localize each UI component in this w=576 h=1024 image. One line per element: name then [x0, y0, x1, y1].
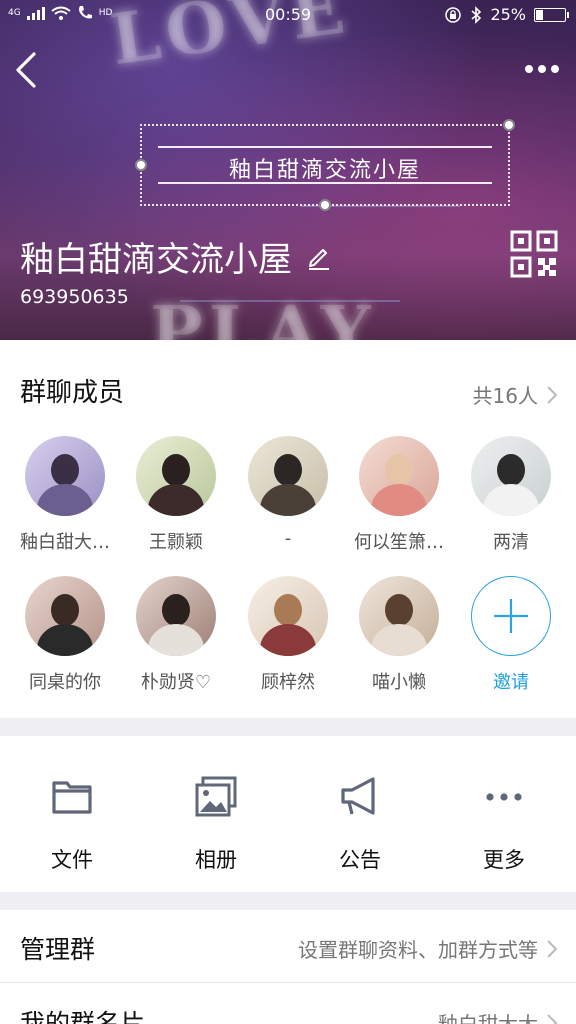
- member-item[interactable]: 何以笙箫…: [344, 436, 454, 554]
- group-id: 693950635: [20, 286, 129, 308]
- more-options-button[interactable]: [522, 58, 562, 80]
- member-name: 两清: [493, 532, 529, 553]
- rotation-lock-icon: [445, 6, 462, 23]
- group-card-value: 釉白甜大大: [438, 1012, 538, 1024]
- manage-group-value: 设置群聊资料、加群方式等: [298, 938, 538, 962]
- avatar: [471, 436, 551, 516]
- signal-icon: [26, 6, 45, 20]
- cover-banner: 釉白甜滴交流小屋: [135, 119, 515, 211]
- member-item[interactable]: -: [233, 436, 343, 549]
- chevron-right-icon: [547, 1013, 558, 1024]
- banner-handle: [319, 199, 331, 211]
- more-dots-icon: [486, 793, 522, 801]
- members-section-title: 群聊成员: [20, 378, 125, 408]
- manage-group-row[interactable]: 管理群 设置群聊资料、加群方式等: [0, 910, 576, 983]
- photo-album-icon: [195, 776, 237, 817]
- member-item[interactable]: 朴勋贤♡: [121, 576, 231, 694]
- files-button[interactable]: 文件: [12, 774, 132, 874]
- cover-neon-decoration: PLAY: [150, 290, 377, 340]
- group-name: 釉白甜滴交流小屋: [20, 240, 292, 280]
- member-item[interactable]: 顾梓然: [233, 576, 343, 694]
- member-name: 喵小懒: [372, 672, 426, 693]
- group-name-row[interactable]: 釉白甜滴交流小屋: [20, 232, 332, 281]
- avatar: [359, 436, 439, 516]
- bluetooth-icon: [471, 5, 482, 24]
- settings-list: 管理群 设置群聊资料、加群方式等 我的群名片 釉白甜大大: [0, 910, 576, 1024]
- invite-label: 邀请: [493, 672, 529, 693]
- banner-handle: [135, 159, 147, 171]
- avatar: [136, 436, 216, 516]
- album-label: 相册: [195, 848, 237, 872]
- cover-line: [180, 300, 400, 302]
- wifi-icon: [51, 6, 71, 20]
- invite-circle: [471, 576, 551, 656]
- status-bar: 4G HD 00:59 25%: [0, 0, 576, 30]
- invite-button[interactable]: 邀请: [456, 576, 566, 694]
- phone-icon: [78, 6, 92, 19]
- group-card-label: 我的群名片: [20, 1009, 146, 1024]
- member-item[interactable]: 同桌的你: [10, 576, 120, 694]
- avatar: [248, 436, 328, 516]
- member-item[interactable]: 王颢颖: [121, 436, 231, 554]
- announcement-label: 公告: [339, 848, 381, 872]
- banner-handle: [503, 119, 515, 131]
- member-item[interactable]: 喵小懒: [344, 576, 454, 694]
- chevron-right-icon: [547, 385, 558, 404]
- album-button[interactable]: 相册: [156, 774, 276, 874]
- group-card-row[interactable]: 我的群名片 釉白甜大大: [0, 984, 576, 1024]
- avatar: [248, 576, 328, 656]
- banner-text: 釉白甜滴交流小屋: [228, 158, 421, 183]
- member-name: 顾梓然: [261, 672, 315, 693]
- member-name: 王颢颖: [149, 532, 203, 553]
- battery-percent: 25%: [490, 5, 526, 24]
- more-dot: [538, 65, 546, 73]
- chevron-right-icon: [547, 939, 558, 958]
- group-cover-header: LOVE PLAY 4G HD 00:59 25% 釉白甜滴交流小屋 釉白甜滴交…: [0, 0, 576, 340]
- member-count-link[interactable]: 共16人: [473, 380, 558, 409]
- member-count: 共16人: [472, 384, 538, 408]
- qr-code-icon[interactable]: [510, 230, 558, 278]
- back-arrow-icon: [16, 52, 36, 88]
- more-actions-button[interactable]: 更多: [444, 774, 564, 874]
- member-name: 同桌的你: [29, 672, 101, 693]
- hd-badge: HD: [98, 8, 113, 18]
- files-label: 文件: [51, 848, 93, 872]
- avatar: [25, 436, 105, 516]
- members-card: 群聊成员 共16人 釉白甜大… 王颢颖 - 何以笙箫… 两清 同桌的你 朴勋贤♡…: [0, 340, 576, 718]
- divider: [0, 982, 576, 983]
- back-button[interactable]: [12, 50, 42, 90]
- network-type: 4G: [8, 8, 21, 18]
- avatar: [25, 576, 105, 656]
- folder-icon: [52, 781, 92, 814]
- avatar: [359, 576, 439, 656]
- member-name: 釉白甜大…: [20, 532, 110, 553]
- member-item[interactable]: 釉白甜大…: [10, 436, 120, 554]
- announcement-button[interactable]: 公告: [300, 774, 420, 874]
- member-name: 朴勋贤♡: [140, 672, 212, 693]
- banner-rule: [158, 182, 492, 184]
- more-actions-label: 更多: [483, 848, 525, 872]
- avatar: [136, 576, 216, 656]
- member-name: -: [284, 528, 292, 549]
- plus-icon: [494, 599, 528, 633]
- more-dot: [551, 65, 559, 73]
- banner-rule: [158, 146, 492, 148]
- member-name: 何以笙箫…: [354, 532, 444, 553]
- edit-pencil-icon[interactable]: [306, 244, 332, 270]
- megaphone-icon: [341, 777, 375, 815]
- quick-actions-card: 文件 相册 公告 更多: [0, 736, 576, 892]
- member-item[interactable]: 两清: [456, 436, 566, 554]
- clock: 00:59: [265, 5, 312, 24]
- manage-group-label: 管理群: [20, 935, 96, 964]
- battery-icon: [534, 7, 569, 22]
- more-dot: [525, 65, 533, 73]
